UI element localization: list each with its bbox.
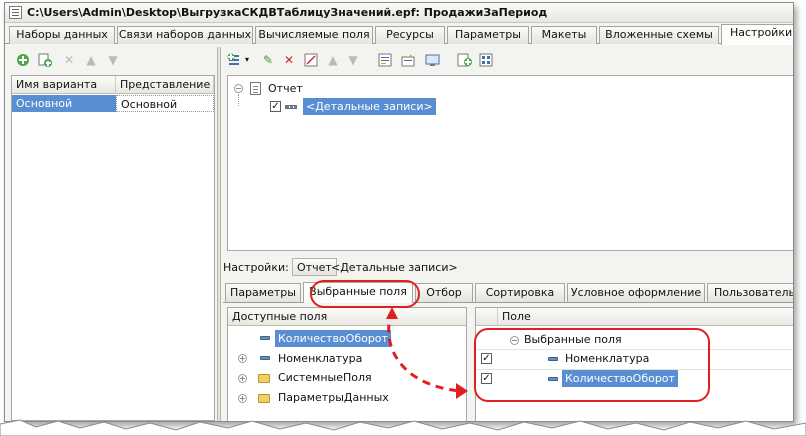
copy-icon[interactable]: [37, 52, 53, 68]
expand-icon[interactable]: +: [238, 374, 247, 383]
tab-parameters[interactable]: Параметры: [447, 26, 529, 44]
tab-data-sets[interactable]: Наборы данных: [9, 26, 115, 44]
structure-options-icon[interactable]: [479, 52, 495, 68]
field-icon: [260, 356, 270, 360]
tree-connector: [238, 94, 239, 106]
report-settings-icon[interactable]: [377, 52, 393, 68]
tab-calculated-fields[interactable]: Вычисляемые поля: [255, 26, 373, 44]
title-bar: C:\Users\Admin\Desktop\ВыгрузкаСКДВТабли…: [5, 3, 793, 23]
detail-records-checkbox[interactable]: ✓: [270, 101, 281, 112]
delete-icon[interactable]: ✕: [61, 52, 77, 68]
edit-icon[interactable]: ✎: [260, 52, 276, 68]
torn-edge-decoration: [0, 419, 806, 436]
variant-presentation-cell[interactable]: Основной: [116, 95, 214, 112]
tree-node-report[interactable]: Отчет: [266, 80, 303, 97]
tab-filter[interactable]: Отбор: [415, 283, 473, 302]
tab-conditional-appearance[interactable]: Условное оформление: [567, 283, 705, 302]
add-icon[interactable]: [15, 52, 31, 68]
expand-icon[interactable]: +: [238, 354, 247, 363]
collapse-icon[interactable]: −: [234, 84, 243, 93]
settings-label: Настройки:: [223, 261, 289, 274]
main-tabs: Наборы данных Связи наборов данных Вычис…: [5, 24, 793, 45]
move-up-icon[interactable]: ▲: [325, 52, 341, 68]
add-dropdown-icon[interactable]: ▾: [243, 52, 251, 68]
settings-current-item: <Детальные записи>: [331, 261, 458, 274]
preview-icon[interactable]: [425, 52, 441, 68]
column-presentation[interactable]: Представление: [116, 76, 214, 94]
available-field-nomenclature[interactable]: Номенклатура: [275, 350, 365, 367]
folder-icon: [258, 374, 270, 383]
tab-nested-schemas[interactable]: Вложенные схемы: [599, 26, 719, 44]
tree-node-detail-records[interactable]: <Детальные записи>: [303, 98, 436, 115]
annotation-arrow: [386, 307, 468, 399]
variants-table: Имя варианта Представление Основной Осно…: [11, 75, 215, 421]
settings-tabs: Параметры Выбранные поля Отбор Сортировк…: [223, 282, 793, 303]
tab-layouts[interactable]: Макеты: [531, 26, 597, 44]
tab-parameters[interactable]: Параметры: [225, 283, 301, 302]
group-settings-icon[interactable]: [401, 52, 417, 68]
column-variant-name[interactable]: Имя варианта: [12, 76, 116, 94]
app-icon: [9, 6, 22, 19]
field-icon: [260, 336, 270, 340]
tab-user-settings[interactable]: Пользовательские: [707, 283, 793, 302]
delete-icon[interactable]: ✕: [281, 52, 297, 68]
window-title: C:\Users\Admin\Desktop\ВыгрузкаСКДВТабли…: [27, 6, 548, 19]
settings-item-icon[interactable]: [303, 52, 319, 68]
tab-data-set-links[interactable]: Связи наборов данных: [117, 26, 253, 44]
move-down-icon[interactable]: ▼: [105, 52, 121, 68]
report-icon: [250, 82, 261, 95]
tab-resources[interactable]: Ресурсы: [375, 26, 445, 44]
annotation-ring-selected-fields-tab: [310, 280, 420, 308]
variant-name-cell[interactable]: Основной: [12, 95, 116, 112]
add-grouping-icon[interactable]: [227, 52, 243, 68]
tab-settings[interactable]: Настройки: [721, 24, 793, 45]
move-up-icon[interactable]: ▲: [83, 52, 99, 68]
vertical-splitter[interactable]: [217, 47, 221, 421]
structure-tree: − Отчет ✓ <Детальные записи>: [227, 75, 793, 251]
folder-icon: [258, 394, 270, 403]
structure-add-icon[interactable]: [457, 52, 473, 68]
grouping-icon: [285, 105, 297, 109]
tab-sorting[interactable]: Сортировка: [475, 283, 565, 302]
annotation-ring-selected-fields: [474, 328, 710, 402]
move-down-icon[interactable]: ▼: [345, 52, 361, 68]
expand-icon[interactable]: +: [238, 394, 247, 403]
selected-field-column-header: Поле: [498, 308, 793, 326]
